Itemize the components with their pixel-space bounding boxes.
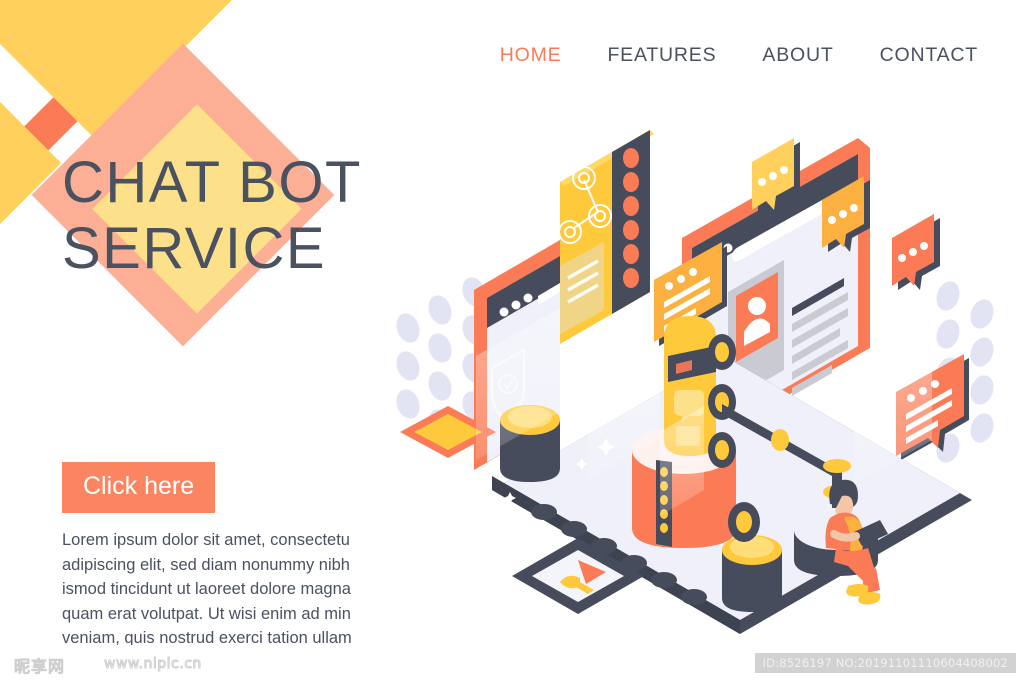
speech-bubble-coral [892, 214, 940, 290]
yellow-diamond-top [0, 0, 244, 138]
hero-body-text: Lorem ipsum dolor sit amet, consectetu a… [62, 531, 352, 647]
watermark-bar: 昵享网 www.nipic.cn ID:8526197 NO:201911011… [0, 645, 1024, 683]
yellow-diamond-left [0, 56, 62, 270]
nav-item-features[interactable]: FEATURES [607, 44, 716, 67]
watermark-url: www.nipic.cn [104, 656, 202, 673]
yellow-network-card [558, 130, 654, 344]
page-title: CHAT BOT SERVICE [62, 150, 362, 281]
nav-item-about[interactable]: ABOUT [762, 44, 833, 67]
nav-item-home[interactable]: HOME [500, 44, 562, 67]
click-here-button[interactable]: Click here [62, 462, 216, 513]
gold-cylinder-right [722, 535, 782, 612]
hero-heading-block: CHAT BOT SERVICE [62, 150, 362, 282]
landing-page: HOME FEATURES ABOUT CONTACT CHAT BOT SER… [0, 0, 1024, 683]
isometric-chatbot-illustration [392, 120, 1024, 650]
nav-item-contact[interactable]: CONTACT [880, 44, 978, 67]
watermark-logo: 昵享网 [13, 656, 66, 676]
main-navigation: HOME FEATURES ABOUT CONTACT [500, 44, 978, 67]
watermark-id: ID:8526197 NO:20191101110604408002 [754, 653, 1016, 673]
